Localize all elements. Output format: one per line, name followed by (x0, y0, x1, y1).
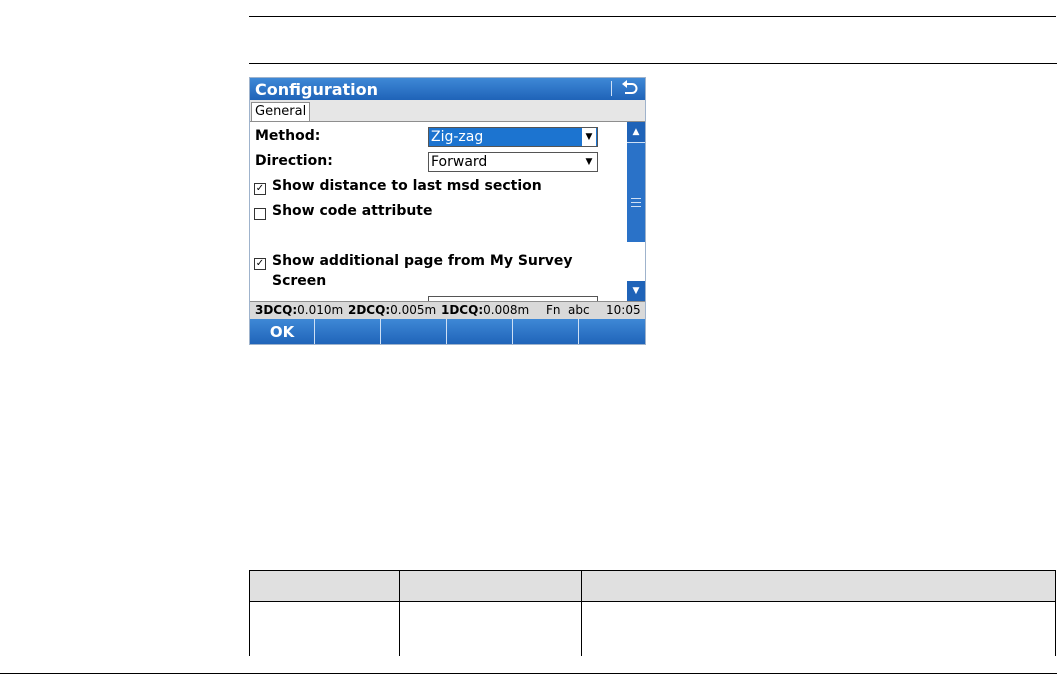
method-value: Zig-zag (431, 129, 484, 145)
checkbox-show-additional-page[interactable]: ✓ (254, 258, 266, 270)
softkey-bar: OK (250, 319, 645, 344)
softkey-2[interactable] (316, 319, 381, 344)
form-content: Method: Zig-zag ▼ Direction: Forward ▼ ✓… (250, 122, 627, 302)
footer-rule (0, 673, 1057, 674)
header-rule-top (249, 16, 1056, 17)
title-bar: Configuration (250, 78, 645, 100)
scroll-thumb[interactable] (627, 142, 645, 243)
status-2dcq-label: 2DCQ: (348, 303, 391, 317)
status-fn: Fn (546, 303, 561, 317)
table-column-divider-2 (581, 570, 582, 656)
status-input-mode: abc (568, 303, 590, 317)
status-bar: 3DCQ:0.010m 2DCQ:0.005m 1DCQ:0.008m Fn a… (250, 301, 645, 319)
dropdown-arrow-icon: ▼ (582, 153, 596, 171)
ok-button[interactable]: OK (250, 319, 315, 344)
status-1dcq-value: 0.008m (483, 303, 530, 317)
table-header-row (249, 570, 1056, 602)
device-screen: Configuration General Method: Zig-zag ▼ … (249, 77, 646, 345)
scroll-down-icon[interactable]: ▼ (627, 281, 645, 301)
softkey-4[interactable] (448, 319, 513, 344)
tab-general[interactable]: General (251, 102, 311, 121)
table-border-left (249, 570, 250, 656)
direction-label: Direction: (255, 153, 333, 169)
tab-bar: General (250, 100, 645, 122)
back-arrow-icon[interactable] (618, 79, 640, 99)
title-separator (611, 81, 612, 96)
checkbox-show-additional-page-label-line1[interactable]: Show additional page from My Survey (272, 251, 573, 271)
checkbox-show-code-attribute-label[interactable]: Show code attribute (272, 201, 433, 221)
status-time: 10:05 (606, 303, 641, 317)
status-3dcq-label: 3DCQ: (255, 303, 298, 317)
table-column-divider-1 (399, 570, 400, 656)
status-3dcq-value: 0.010m (297, 303, 344, 317)
checkbox-show-distance-label[interactable]: Show distance to last msd section (272, 176, 542, 196)
status-1dcq-label: 1DCQ: (441, 303, 484, 317)
softkey-5[interactable] (514, 319, 579, 344)
dropdown-arrow-icon: ▼ (582, 128, 596, 146)
method-label: Method: (255, 128, 321, 144)
direction-dropdown[interactable]: Forward ▼ (428, 152, 598, 172)
direction-value: Forward (431, 154, 488, 170)
document-table (249, 570, 1056, 656)
method-dropdown[interactable]: Zig-zag ▼ (428, 127, 598, 147)
header-rule-bottom (249, 63, 1057, 64)
checkbox-show-code-attribute[interactable] (254, 208, 266, 220)
table-border-right (1055, 570, 1056, 656)
scroll-grip-icon (631, 198, 641, 207)
scroll-up-icon[interactable]: ▲ (627, 122, 645, 142)
checkbox-show-distance[interactable]: ✓ (254, 183, 266, 195)
checkbox-show-additional-page-label-line2[interactable]: Screen (272, 271, 326, 291)
status-2dcq-value: 0.005m (390, 303, 437, 317)
vertical-scrollbar[interactable]: ▲ ▼ (627, 122, 645, 301)
window-title: Configuration (255, 80, 379, 99)
scroll-track[interactable] (627, 242, 645, 281)
softkey-3[interactable] (382, 319, 447, 344)
